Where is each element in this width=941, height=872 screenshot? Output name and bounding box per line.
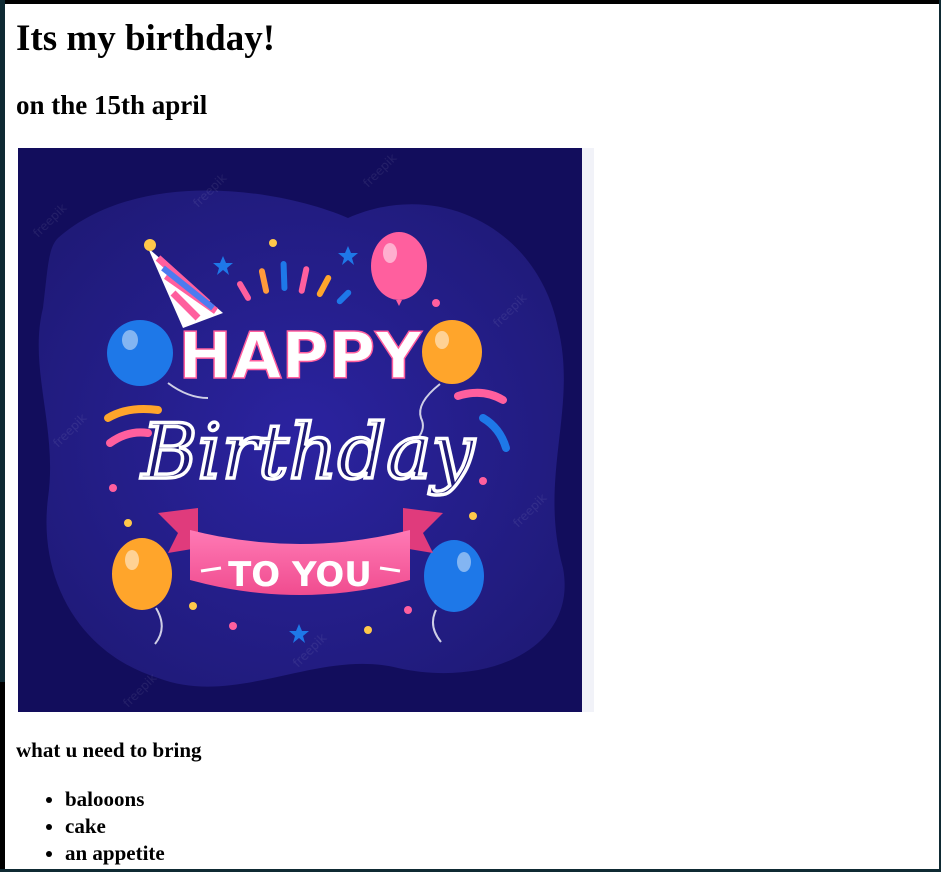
birthday-card-illustration: freepik freepik freepik freepik freepik …	[18, 148, 582, 712]
card-happy-text: HAPPY	[178, 320, 422, 394]
list-item: cake	[65, 813, 165, 840]
window-top-border	[0, 0, 941, 4]
birthday-card-image: freepik freepik freepik freepik freepik …	[18, 148, 594, 712]
page-subtitle: on the 15th april	[16, 90, 208, 120]
window-left-border-lower	[0, 682, 5, 872]
list-item: an appetite	[65, 840, 165, 867]
card-birthday-text: Birthday	[140, 407, 476, 496]
card-to-you-text: TO YOU	[228, 555, 372, 595]
bring-heading: what u need to bring	[16, 738, 202, 762]
page-title: Its my birthday!	[16, 18, 276, 59]
bring-list: balooons cake an appetite	[16, 786, 165, 867]
list-item: balooons	[65, 786, 165, 813]
window-left-border	[0, 0, 5, 682]
